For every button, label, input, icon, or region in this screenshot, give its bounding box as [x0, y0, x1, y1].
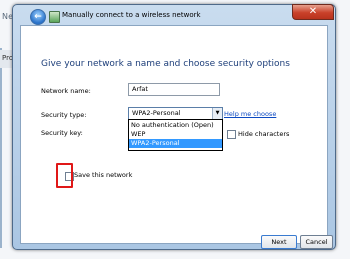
dropdown-option-wpa2-personal[interactable]: WPA2-Personal [129, 139, 222, 148]
dialog-title: Manually connect to a wireless network [62, 11, 201, 19]
cancel-button[interactable]: Cancel [300, 235, 333, 249]
save-network-label: Save this network [74, 171, 133, 179]
dialog-content: ← Manually connect to a wireless network… [20, 9, 333, 249]
hide-characters-checkbox[interactable] [227, 130, 236, 139]
dropdown-option-wep[interactable]: WEP [129, 130, 222, 139]
network-name-label: Network name: [41, 87, 91, 95]
background-border [0, 48, 2, 248]
wireless-network-dialog: ✕ ← Manually connect to a wireless netwo… [12, 4, 336, 250]
dropdown-option-open[interactable]: No authentication (Open) [129, 121, 222, 130]
page-heading: Give your network a name and choose secu… [41, 59, 290, 69]
wireless-network-icon [49, 11, 60, 23]
close-button[interactable]: ✕ [292, 4, 334, 20]
network-name-input[interactable]: Arfat [128, 83, 220, 96]
help-me-choose-link[interactable]: Help me choose [224, 110, 276, 118]
highlight-annotation [56, 163, 73, 188]
next-button[interactable]: Next [261, 235, 297, 249]
security-key-label: Security key: [41, 129, 83, 137]
hide-characters-label: Hide characters [238, 130, 290, 138]
security-type-value: WPA2-Personal [132, 109, 181, 117]
security-type-label: Security type: [41, 111, 87, 119]
chevron-down-icon[interactable]: ▼ [212, 108, 222, 119]
security-type-dropdown[interactable]: No authentication (Open) WEP WPA2-Person… [128, 119, 223, 151]
back-arrow-icon[interactable]: ← [30, 9, 46, 25]
